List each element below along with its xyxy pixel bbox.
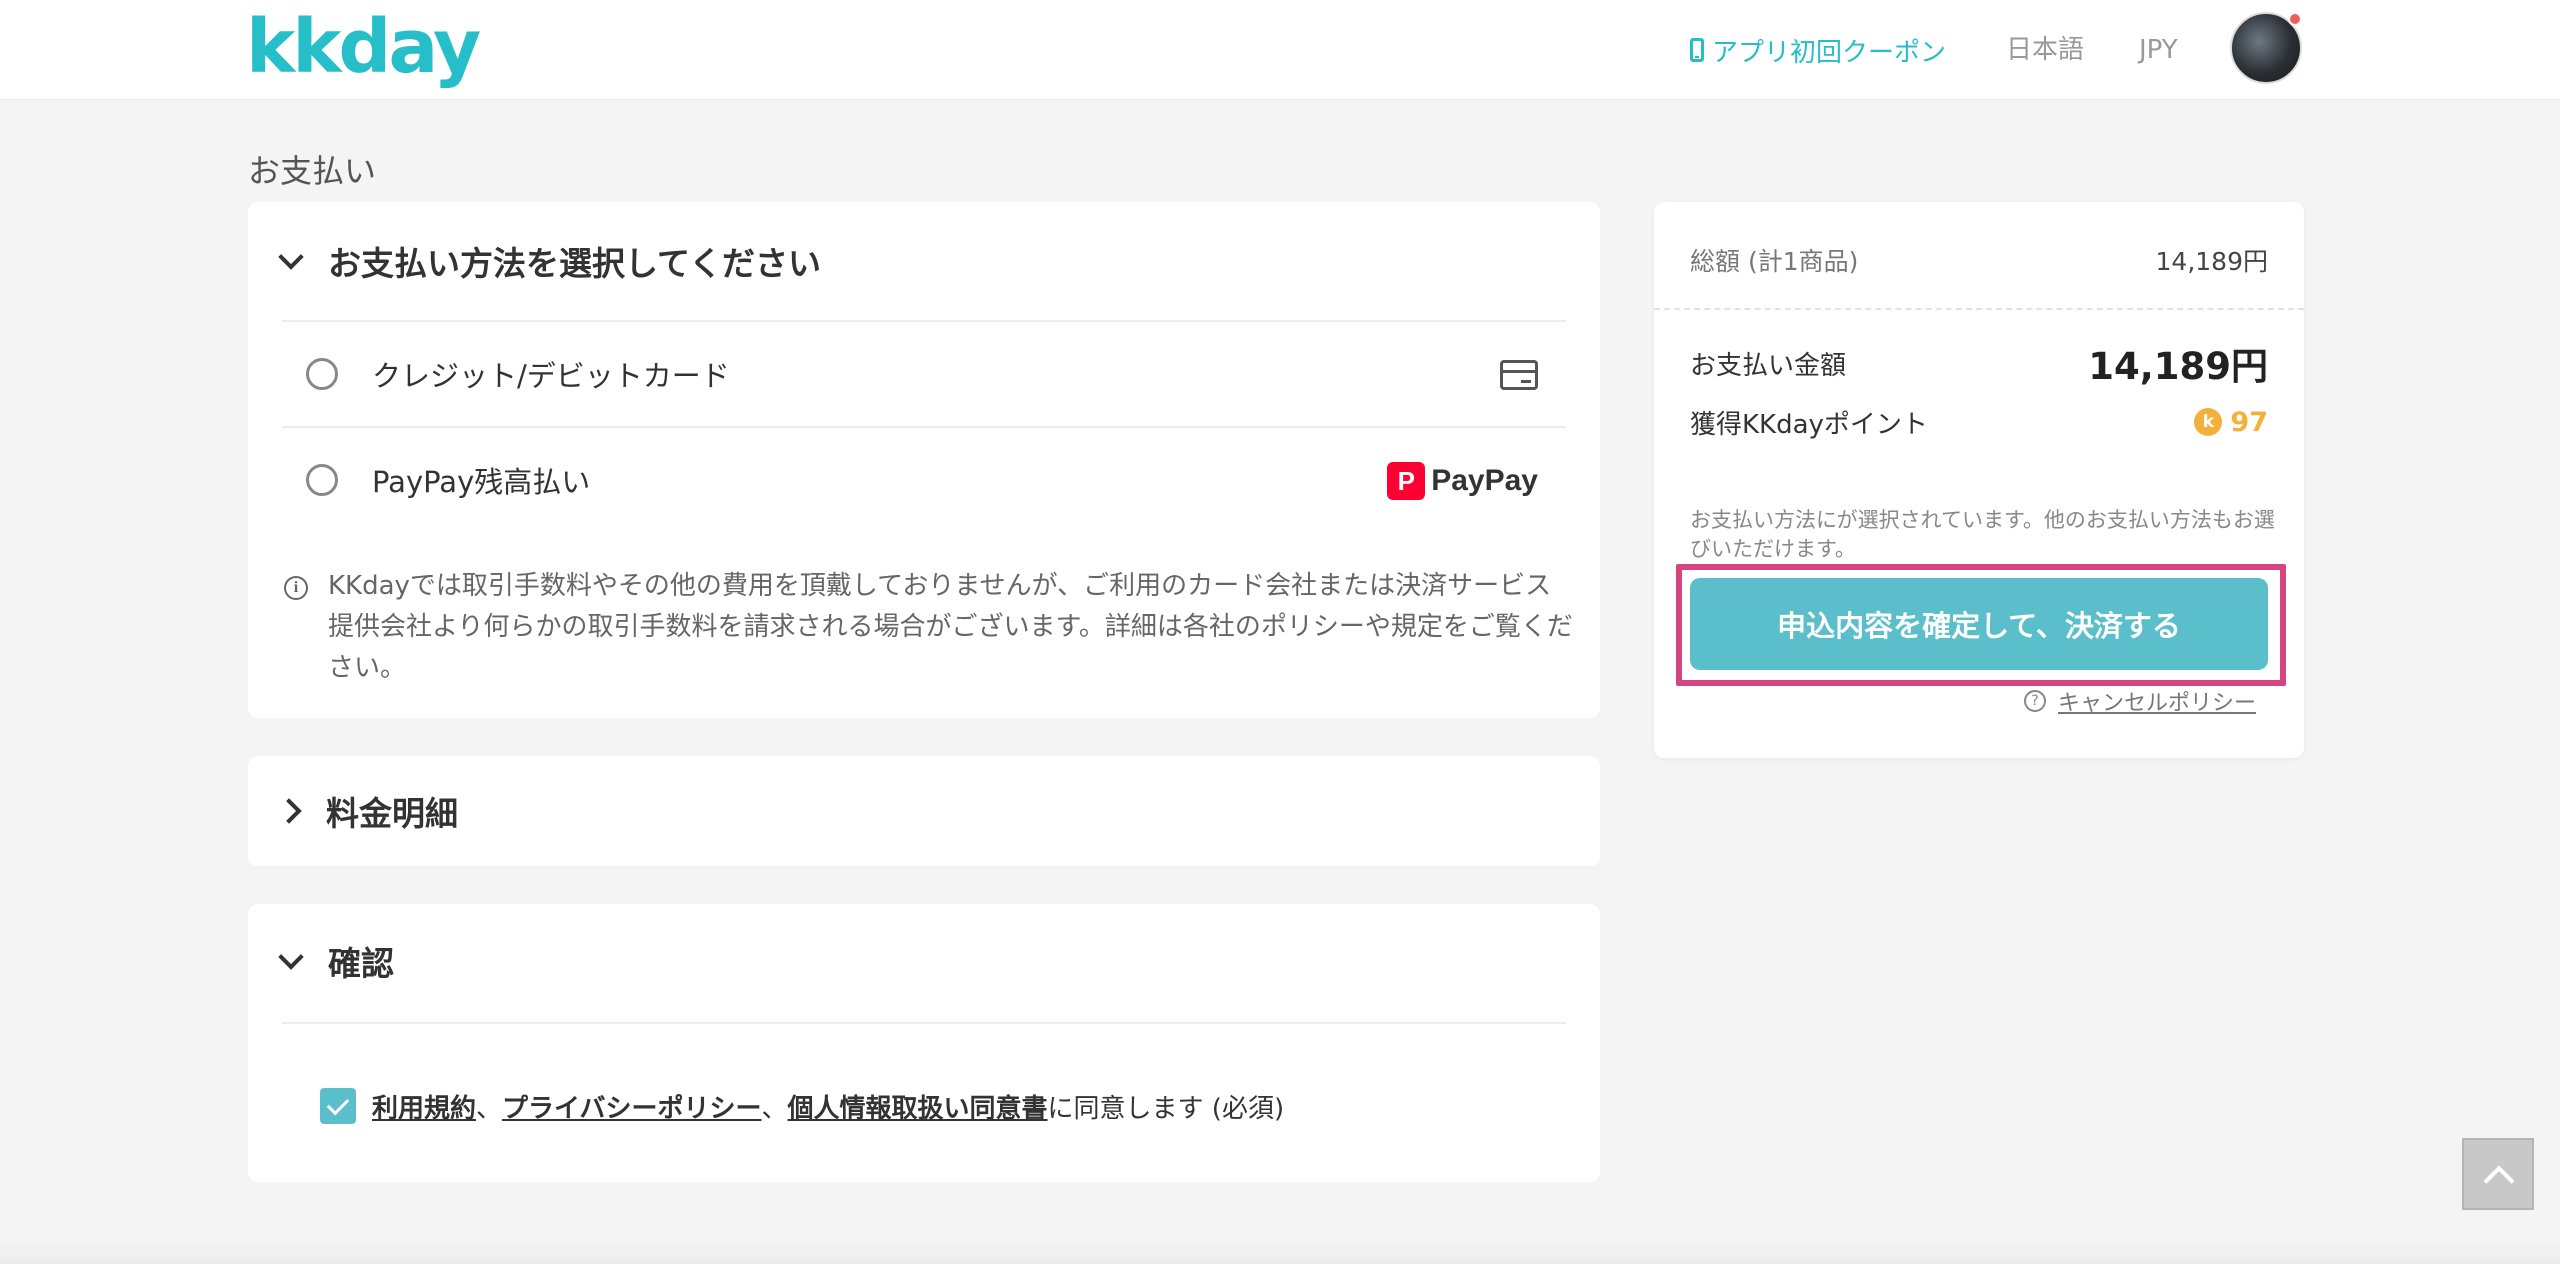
total-row: 総額 (計1商品) 14,189円: [1690, 238, 2268, 282]
total-value: 14,189円: [2155, 247, 2268, 276]
terms-agreement: 利用規約 、 プライバシーポリシー 、 個人情報取扱い同意書 に同意します (必…: [320, 1086, 1284, 1126]
chevron-down-icon: [278, 944, 304, 970]
language-selector[interactable]: 日本語: [2006, 30, 2084, 70]
terms-link[interactable]: 利用規約: [372, 1088, 476, 1125]
price-details-header[interactable]: 料金明細: [272, 786, 458, 836]
price-details-card[interactable]: 料金明細: [248, 756, 1600, 866]
payment-amount-row: お支払い金額 14,189円: [1690, 338, 2268, 388]
top-header: kkday アプリ初回クーポン 日本語 JPY: [0, 0, 2560, 100]
fee-notice: i KKdayでは取引手数料やその他の費用を頂戴しておりませんが、ご利用のカード…: [284, 566, 1574, 689]
payment-amount-label: お支払い金額: [1690, 350, 1847, 381]
paypay-mark-icon: P: [1387, 462, 1426, 500]
payment-method-title: お支払い方法を選択してください: [328, 244, 822, 283]
total-label: 総額 (計1商品): [1690, 247, 1859, 276]
privacy-policy-link[interactable]: プライバシーポリシー: [502, 1088, 761, 1125]
chevron-right-icon: [276, 798, 302, 824]
app-coupon-link[interactable]: アプリ初回クーポン: [1690, 30, 1946, 70]
credit-card-icon: [1500, 360, 1538, 390]
confirmation-title: 確認: [328, 944, 394, 983]
agree-checkbox[interactable]: [320, 1088, 356, 1124]
currency-selector[interactable]: JPY: [2139, 30, 2178, 70]
divider: [282, 1022, 1566, 1024]
app-coupon-label: アプリ初回クーポン: [1712, 37, 1947, 68]
kkday-coin-icon: k: [2194, 408, 2223, 436]
points-value-group: k 97: [2194, 407, 2268, 438]
paypay-logo: P PayPay: [1387, 462, 1538, 500]
confirmation-header[interactable]: 確認: [272, 936, 394, 986]
agree-suffix: に同意します (必須): [1047, 1093, 1285, 1124]
payment-option-paypay[interactable]: PayPay残高払い P PayPay: [282, 428, 1566, 532]
radio-credit-card[interactable]: [306, 358, 338, 390]
dashed-divider: [1654, 308, 2304, 310]
cancel-policy-link[interactable]: キャンセルポリシー: [2058, 685, 2256, 717]
payment-option-credit-card[interactable]: クレジット/デビットカード: [282, 322, 1566, 426]
cancel-policy[interactable]: ? キャンセルポリシー: [2024, 684, 2256, 718]
confirmation-card: 確認 利用規約 、 プライバシーポリシー 、 個人情報取扱い同意書 に同意します…: [248, 904, 1600, 1182]
page-title: お支払い: [248, 152, 377, 190]
payment-method-note: お支払い方法にが選択されています。他のお支払い方法もお選びいただけます。: [1690, 508, 2275, 561]
personal-info-consent-link[interactable]: 個人情報取扱い同意書: [788, 1088, 1048, 1125]
notification-dot: [2288, 12, 2302, 26]
separator: 、: [476, 1093, 503, 1124]
scroll-to-top-button[interactable]: [2462, 1138, 2534, 1210]
points-label: 獲得KKdayポイント: [1690, 409, 1928, 440]
points-row: 獲得KKdayポイント k 97: [1690, 400, 2268, 444]
points-value: 97: [2230, 406, 2268, 438]
payment-option-label: クレジット/デビットカード: [372, 359, 730, 393]
payment-method-header[interactable]: お支払い方法を選択してください: [272, 236, 821, 286]
confirm-and-pay-button[interactable]: 申込内容を確定して、決済する: [1690, 578, 2268, 670]
price-details-title: 料金明細: [326, 794, 458, 833]
question-icon: ?: [2024, 690, 2046, 712]
kkday-logo[interactable]: kkday: [246, 2, 481, 92]
fee-notice-text: KKdayでは取引手数料やその他の費用を頂戴しておりませんが、ご利用のカード会社…: [328, 571, 1573, 683]
footer-edge: [0, 1240, 2560, 1264]
payment-option-label: PayPay残高払い: [372, 465, 591, 499]
payment-method-card: お支払い方法を選択してください クレジット/デビットカード PayPay残高払い…: [248, 202, 1600, 718]
smartphone-icon: [1690, 38, 1704, 62]
info-icon: i: [284, 576, 308, 600]
radio-paypay[interactable]: [306, 464, 338, 496]
paypay-logo-text: PayPay: [1431, 464, 1538, 497]
payment-amount-value: 14,189円: [2088, 345, 2268, 388]
separator: 、: [761, 1093, 788, 1124]
chevron-down-icon: [278, 244, 304, 270]
